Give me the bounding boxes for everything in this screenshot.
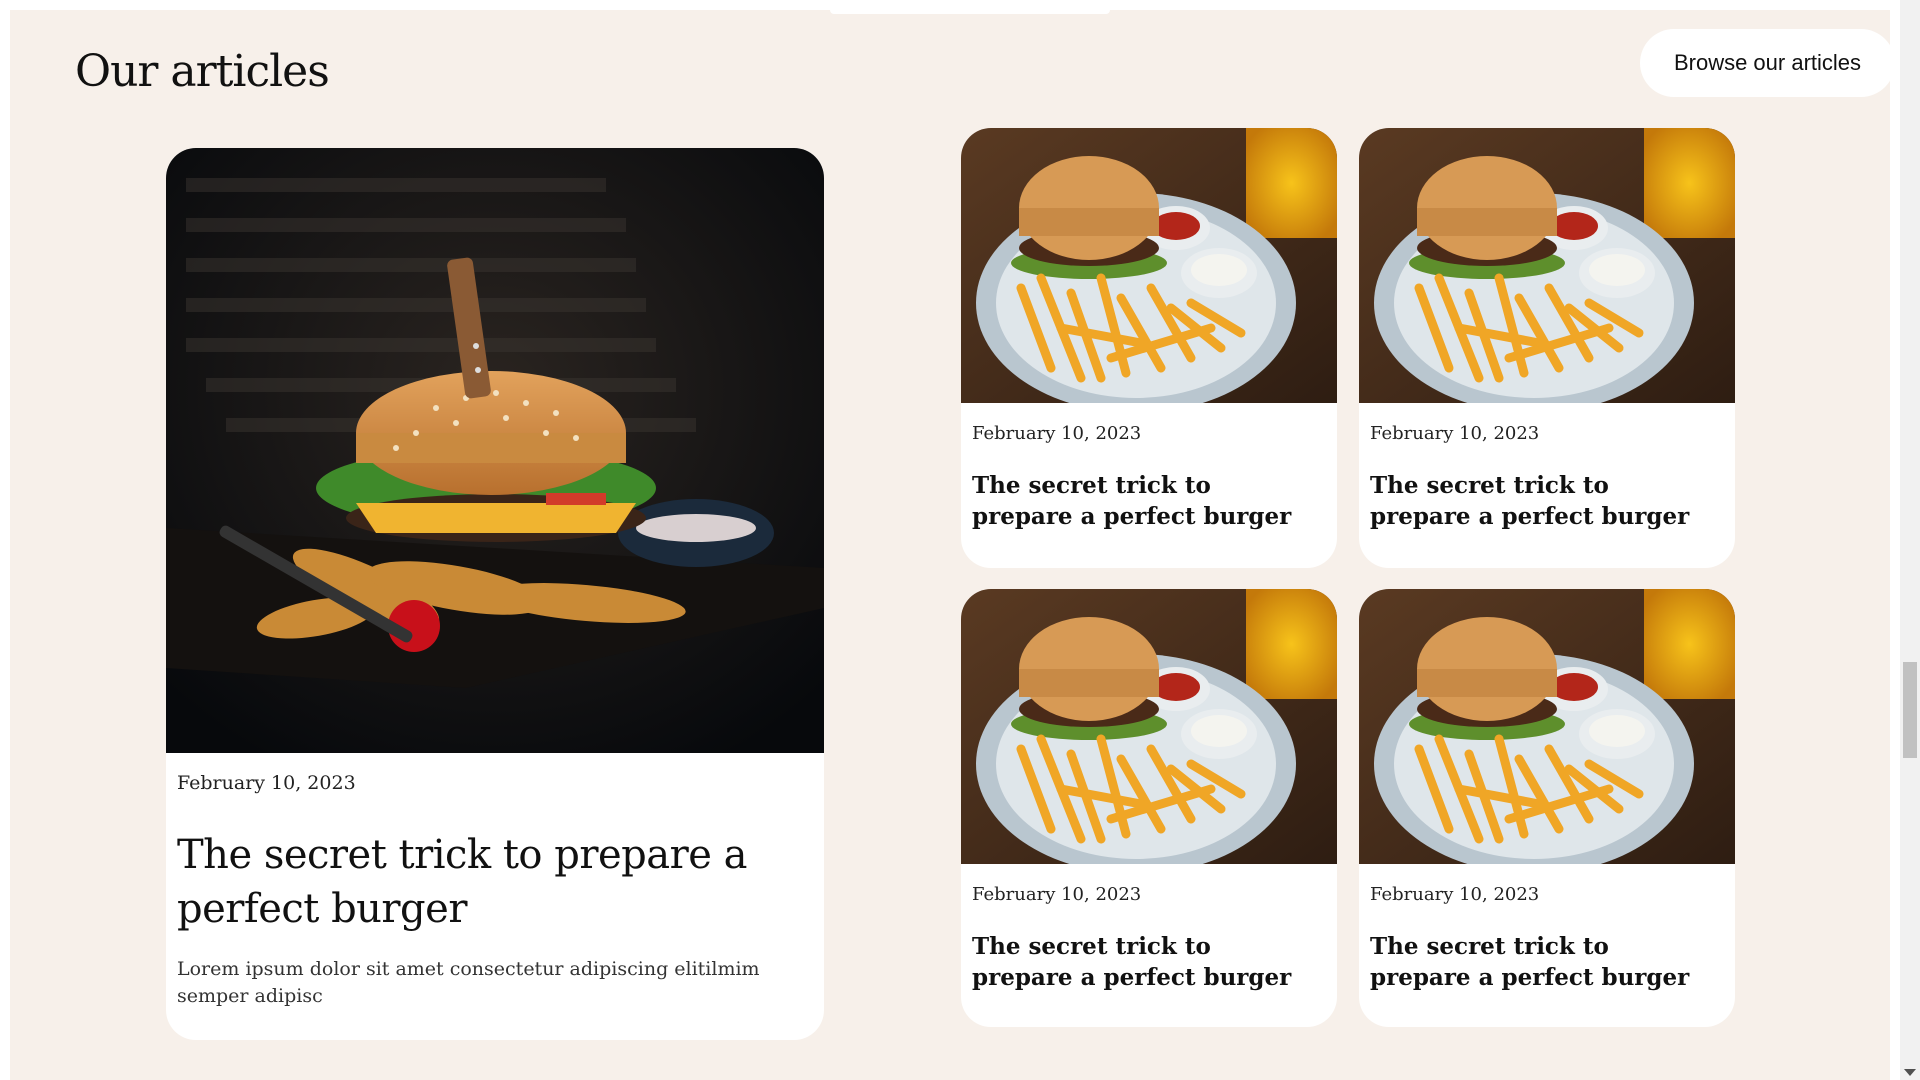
burger-and-fries-photo xyxy=(961,128,1337,403)
article-title[interactable]: The secret trick to prepare a perfect bu… xyxy=(1370,931,1710,993)
article-excerpt: Lorem ipsum dolor sit amet consectetur a… xyxy=(177,958,760,1007)
burger-and-fries-photo xyxy=(961,589,1337,864)
browse-articles-button[interactable]: Browse our articles xyxy=(1640,29,1895,97)
article-date: February 10, 2023 xyxy=(177,772,356,794)
article-title[interactable]: The secret trick to prepare a perfect bu… xyxy=(1370,470,1710,532)
burger-and-fries-photo xyxy=(1359,128,1735,403)
article-date: February 10, 2023 xyxy=(972,884,1142,905)
top-edge-tab xyxy=(830,10,1110,14)
article-title[interactable]: The secret trick to prepare a perfect bu… xyxy=(972,931,1312,993)
article-date: February 10, 2023 xyxy=(1370,884,1540,905)
article-title[interactable]: The secret trick to prepare a perfect bu… xyxy=(972,470,1312,532)
featured-article-card[interactable]: February 10, 2023 The secret trick to pr… xyxy=(166,148,824,1040)
article-card[interactable]: February 10, 2023 The secret trick to pr… xyxy=(1359,589,1735,1027)
burger-with-knife-photo xyxy=(166,148,824,753)
scrollbar-thumb[interactable] xyxy=(1903,662,1917,758)
article-card[interactable]: February 10, 2023 The secret trick to pr… xyxy=(961,589,1337,1027)
scroll-down-arrow-icon[interactable] xyxy=(1904,1069,1916,1076)
vertical-scrollbar[interactable] xyxy=(1900,0,1920,1080)
article-card[interactable]: February 10, 2023 The secret trick to pr… xyxy=(961,128,1337,568)
article-date: February 10, 2023 xyxy=(1370,423,1540,444)
article-date: February 10, 2023 xyxy=(972,423,1142,444)
section-title: Our articles xyxy=(75,46,330,97)
article-card[interactable]: February 10, 2023 The secret trick to pr… xyxy=(1359,128,1735,568)
article-title[interactable]: The secret trick to prepare a perfect bu… xyxy=(177,828,797,936)
burger-and-fries-photo xyxy=(1359,589,1735,864)
